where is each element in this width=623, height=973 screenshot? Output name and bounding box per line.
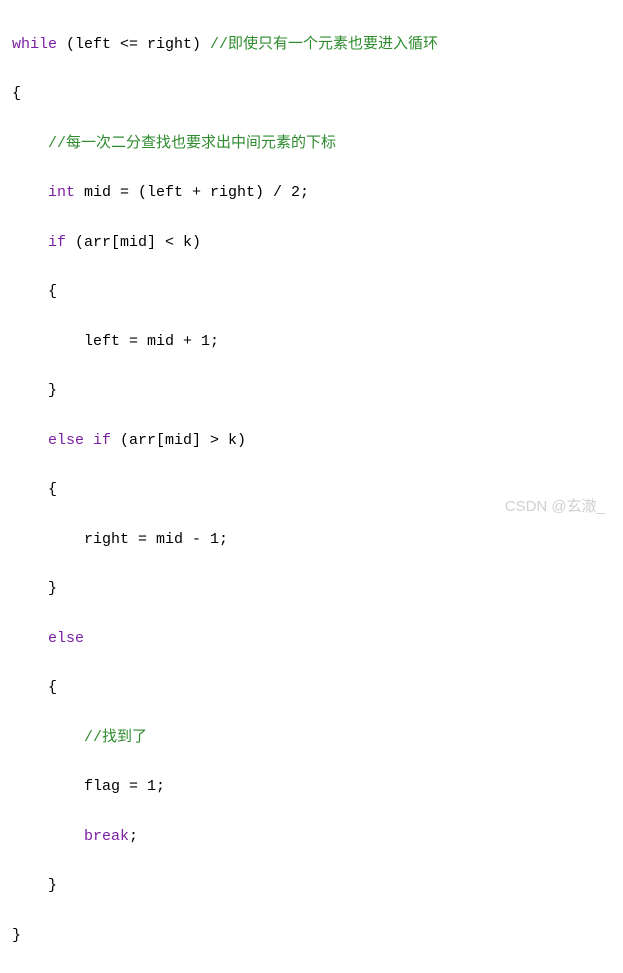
- keyword-while: while: [12, 36, 57, 53]
- code-line: }: [4, 577, 619, 602]
- keyword-else: else: [48, 630, 84, 647]
- code-line: {: [4, 478, 619, 503]
- code-line: right = mid - 1;: [4, 528, 619, 553]
- code-line: {: [4, 676, 619, 701]
- statement: mid = (left + right) / 2;: [75, 184, 309, 201]
- brace: }: [12, 927, 21, 944]
- comment: //每一次二分查找也要求出中间元素的下标: [48, 135, 336, 152]
- code-line: }: [4, 874, 619, 899]
- code-line: while (left <= right) //即使只有一个元素也要进入循环: [4, 33, 619, 58]
- statement: right = mid - 1;: [84, 531, 228, 548]
- brace: {: [48, 283, 57, 300]
- code-line: }: [4, 924, 619, 949]
- code-line: int mid = (left + right) / 2;: [4, 181, 619, 206]
- type-int: int: [48, 184, 75, 201]
- code-line: {: [4, 280, 619, 305]
- code-line: else if (arr[mid] > k): [4, 429, 619, 454]
- code-line: if (arr[mid] < k): [4, 231, 619, 256]
- keyword-break: break: [84, 828, 129, 845]
- keyword-if: if: [48, 234, 66, 251]
- brace: }: [48, 580, 57, 597]
- comment: //即使只有一个元素也要进入循环: [210, 36, 438, 53]
- code-line: //每一次二分查找也要求出中间元素的下标: [4, 132, 619, 157]
- statement: left = mid + 1;: [84, 333, 219, 350]
- condition: (left <= right): [57, 36, 210, 53]
- condition: (arr[mid] > k): [111, 432, 246, 449]
- brace: }: [48, 877, 57, 894]
- brace: {: [48, 679, 57, 696]
- condition: (arr[mid] < k): [66, 234, 201, 251]
- code-line: else: [4, 627, 619, 652]
- brace: {: [48, 481, 57, 498]
- code-line: }: [4, 379, 619, 404]
- keyword-else-if: else if: [48, 432, 111, 449]
- code-line: left = mid + 1;: [4, 330, 619, 355]
- code-block: while (left <= right) //即使只有一个元素也要进入循环 {…: [4, 8, 619, 973]
- comment: //找到了: [84, 729, 147, 746]
- brace: }: [48, 382, 57, 399]
- code-line: //找到了: [4, 726, 619, 751]
- code-line: break;: [4, 825, 619, 850]
- semicolon: ;: [129, 828, 138, 845]
- brace: {: [12, 85, 21, 102]
- code-line: {: [4, 82, 619, 107]
- statement: flag = 1;: [84, 778, 165, 795]
- code-line: flag = 1;: [4, 775, 619, 800]
